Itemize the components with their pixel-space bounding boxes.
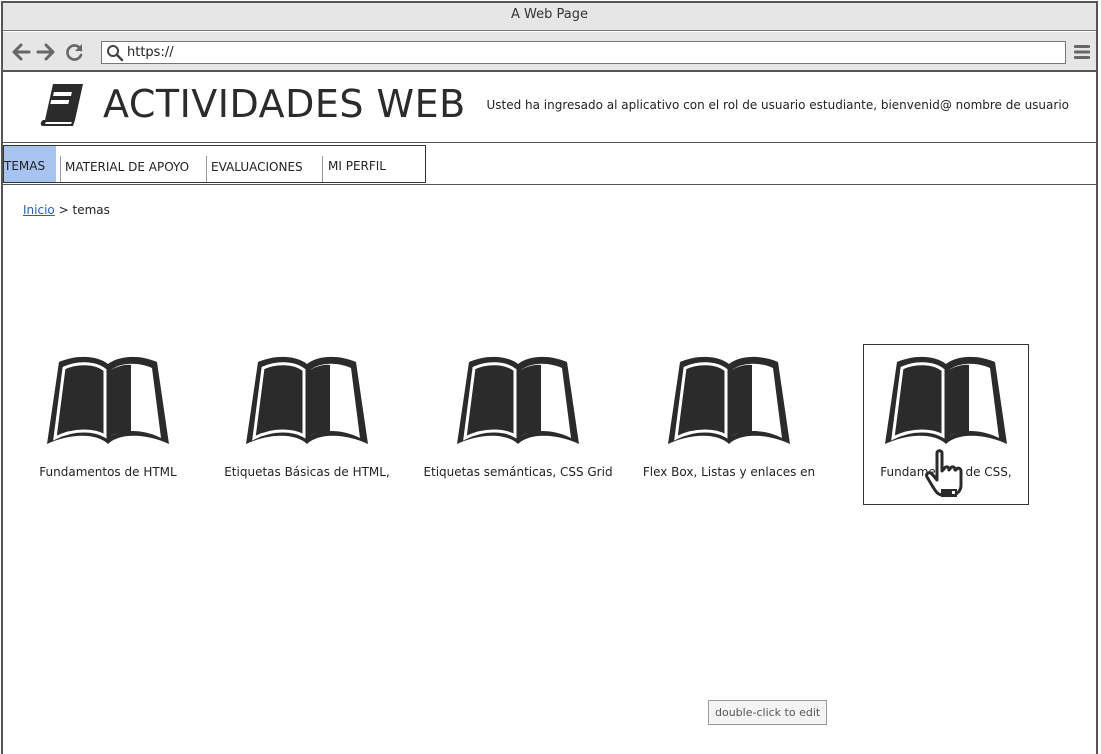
hamburger-menu-icon[interactable] (1073, 43, 1091, 61)
welcome-message: Usted ha ingresado al aplicativo con el … (486, 98, 1069, 112)
topic-label: Flex Box, Listas y enlaces en (642, 465, 816, 479)
open-book-icon (885, 356, 1007, 444)
browser-toolbar: https:// (3, 32, 1096, 72)
book-icon (40, 84, 83, 126)
arrow-left-icon[interactable] (11, 42, 31, 62)
topic-label: Fundamentos de HTML (39, 465, 177, 479)
browser-window: A Web Page https:// ACTIVIDADES WEB Uste… (1, 1, 1098, 754)
open-book-icon (668, 356, 790, 444)
search-icon (107, 45, 124, 62)
breadcrumb-current: temas (72, 203, 110, 217)
menu-frame: TEMAS MATERIAL DE APOYO EVALUACIONES MI … (3, 145, 426, 183)
topic-label: Etiquetas semánticas, CSS Grid (423, 465, 613, 479)
reload-icon[interactable] (65, 42, 85, 62)
breadcrumb: Inicio > temas (23, 203, 110, 217)
site-title: ACTIVIDADES WEB (103, 82, 466, 126)
menu-divider (322, 156, 323, 182)
open-book-icon (457, 356, 579, 444)
open-book-icon (47, 356, 169, 444)
breadcrumb-separator: > (58, 203, 69, 217)
site-header: ACTIVIDADES WEB Usted ha ingresado al ap… (3, 74, 1096, 142)
topic-card[interactable]: Fundamentos de HTML (13, 353, 203, 488)
url-bar[interactable]: https:// (101, 41, 1066, 64)
arrow-right-icon[interactable] (36, 42, 56, 62)
topic-card[interactable]: Flex Box, Listas y enlaces en (634, 353, 824, 488)
menu-item-mi-perfil[interactable]: MI PERFIL (328, 146, 386, 182)
hand-cursor-icon (925, 449, 963, 497)
topic-card[interactable]: Etiquetas Básicas de HTML, (212, 353, 402, 488)
menu-item-evaluaciones[interactable]: EVALUACIONES (211, 146, 303, 182)
menu-item-temas[interactable]: TEMAS (4, 146, 56, 182)
topic-label: Etiquetas Básicas de HTML, (224, 465, 390, 479)
main-menu: TEMAS MATERIAL DE APOYO EVALUACIONES MI … (3, 142, 1096, 185)
edit-hint-tooltip: double-click to edit (708, 700, 828, 725)
topic-card[interactable]: Etiquetas semánticas, CSS Grid (423, 353, 613, 488)
breadcrumb-home-link[interactable]: Inicio (23, 203, 55, 217)
menu-divider (206, 156, 207, 182)
url-text[interactable]: https:// (127, 45, 174, 60)
open-book-icon (246, 356, 368, 444)
menu-item-material-de-apoyo[interactable]: MATERIAL DE APOYO (65, 146, 189, 182)
window-title: A Web Page (3, 3, 1096, 31)
menu-divider (60, 156, 61, 182)
